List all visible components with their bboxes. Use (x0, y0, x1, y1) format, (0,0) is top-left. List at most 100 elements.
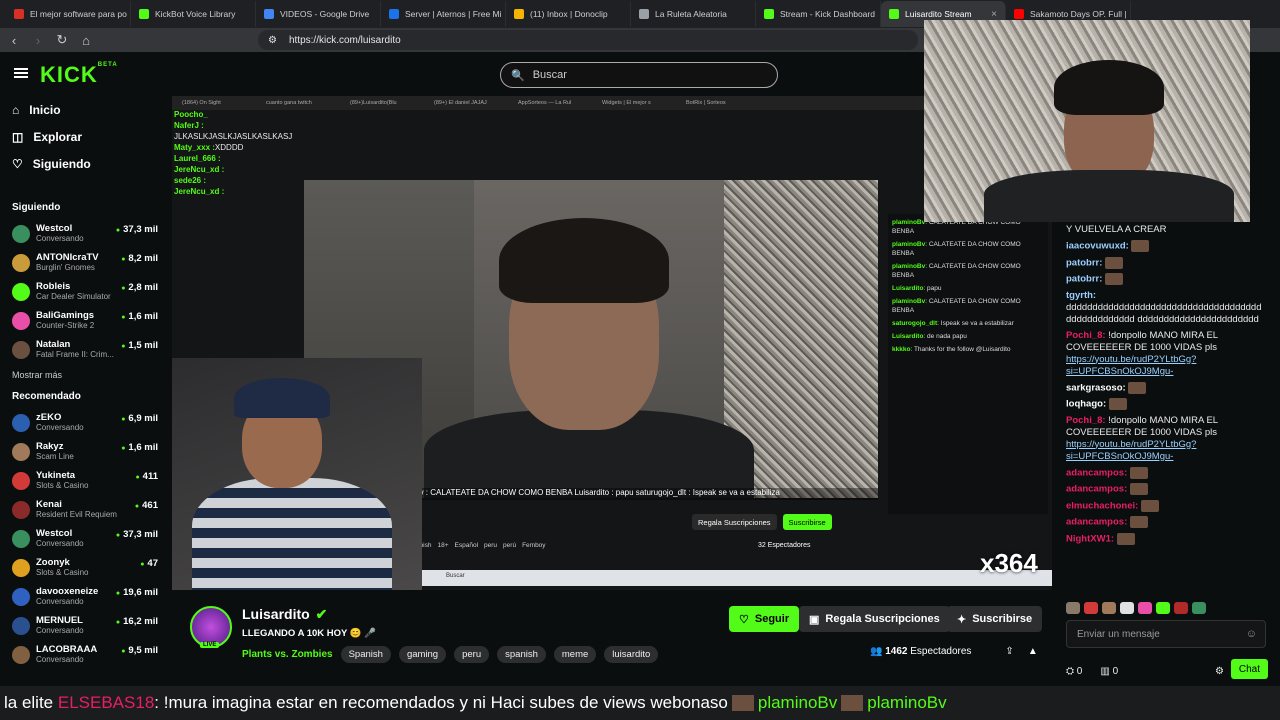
channel-row[interactable]: KenaiResident Evil Requiem 461 (0, 495, 172, 524)
chat-username[interactable]: iaacovuwuxd: (1066, 241, 1129, 252)
tab-label: Sakamoto Days OP. Full | (1030, 9, 1127, 19)
channel-row[interactable]: LACOBRAAAConversando9,5 mil (0, 640, 172, 669)
browser-tab[interactable]: VIDEOS - Google Drive (256, 1, 381, 27)
site-info-icon[interactable]: ⚙ (268, 35, 277, 46)
chat-username[interactable]: adancampos: (1066, 467, 1127, 478)
inner-chat-line: Luisardito: de nada papu (892, 333, 967, 340)
channel-row[interactable]: YukinetaSlots & Casino 411 (0, 466, 172, 495)
chat-link[interactable]: https://youtu.be/rudP2YLtbGg?si=UPFCBSnO… (1066, 354, 1196, 377)
ticker-user1: ELSEBAS18 (57, 693, 155, 712)
channel-row[interactable]: RobleisCar Dealer Simulator2,8 mil (0, 277, 172, 306)
reload-icon[interactable]: ↻ (52, 32, 72, 48)
channel-row[interactable]: ZoonykSlots & Casino 47 (0, 553, 172, 582)
stream-tag[interactable]: luisardito (604, 646, 659, 663)
emoji-icon[interactable]: ☺ (1246, 628, 1257, 640)
chat-message: patobrr: (1052, 255, 1280, 272)
kick-logo[interactable]: KICKBETA (40, 62, 118, 88)
sidebar-nav-item[interactable]: ◫ Explorar (0, 123, 172, 150)
show-more-link[interactable]: Mostrar más (0, 364, 172, 386)
chat-username[interactable]: loqhago: (1066, 399, 1106, 410)
channel-row[interactable]: BaliGamingsCounter-Strike 21,6 mil (0, 306, 172, 335)
chat-link[interactable]: https://youtu.be/rudP2YLtbGg?si=UPFCBSnO… (1066, 439, 1196, 462)
avatar (12, 500, 30, 519)
avatar (12, 442, 30, 461)
browser-tab[interactable]: La Ruleta Aleatoria (631, 1, 756, 27)
subscribe-button[interactable]: ✦ Suscribirse (947, 606, 1043, 632)
share-icon[interactable]: ⇪ (1005, 646, 1013, 657)
report-icon[interactable]: ▲ (1028, 646, 1038, 657)
chat-send-button[interactable]: Chat (1230, 659, 1268, 679)
ticker-text1: la elite (4, 693, 54, 712)
stream-tag[interactable]: Spanish (340, 646, 391, 663)
emote-icon[interactable] (1120, 602, 1134, 614)
channel-name[interactable]: Luisardito ✔ (242, 606, 327, 623)
emote-icon[interactable] (1138, 602, 1152, 614)
chat-username[interactable]: NightXW1: (1066, 533, 1114, 544)
close-icon[interactable]: × (991, 9, 997, 20)
points-counter[interactable]: ⛭ 0 (1066, 666, 1082, 677)
chat-username[interactable]: tgyrth: (1066, 290, 1096, 301)
channel-row[interactable]: NatalanFatal Frame II: Crim...1,5 mil (0, 335, 172, 364)
channel-viewers: 6,9 mil (121, 413, 158, 424)
home-icon[interactable]: ⌂ (76, 33, 96, 48)
follow-button[interactable]: ♡ Seguir (729, 606, 800, 632)
emote-image (1140, 499, 1159, 512)
channel-name: Zoonyk (36, 557, 70, 568)
channel-text: Yukineta Slots & Casino (36, 470, 126, 491)
emote-icon[interactable] (1174, 602, 1188, 614)
avatar (12, 616, 30, 635)
sidebar-nav-item[interactable]: ⌂ Inicio (0, 96, 172, 123)
emote-icon[interactable] (1102, 602, 1116, 614)
gift-subs-button[interactable]: ▣ Regala Suscripciones (799, 606, 950, 632)
inner-tab: (1864) On Sight (182, 100, 221, 106)
channel-row[interactable]: RakyzScam Line1,6 mil (0, 437, 172, 466)
back-icon[interactable]: ‹ (4, 33, 24, 48)
sidebar-nav-item[interactable]: ♡ Siguiendo (0, 150, 172, 177)
inner-chat-line: plaminoBv: CALATEATE DA CHOW COMO BENBA (892, 263, 1021, 279)
channel-row[interactable]: MERNUELConversando16,2 mil (0, 611, 172, 640)
browser-tab[interactable]: KickBot Voice Library (131, 1, 256, 27)
overlay-chat-text: XDDDD (214, 143, 244, 152)
browser-tab[interactable]: Stream - Kick Dashboard (756, 1, 881, 27)
channel-row[interactable]: ANTONIcraTVBurglin' Gnomes8,2 mil (0, 248, 172, 277)
chat-input[interactable]: Enviar un mensaje ☺ (1066, 620, 1266, 648)
category-link[interactable]: Plants vs. Zombies (242, 649, 333, 660)
browser-tab[interactable]: (11) Inbox | Donoclip (506, 1, 631, 27)
search-input[interactable]: 🔍 Buscar (500, 62, 778, 88)
channel-row[interactable]: WestcolConversando37,3 mil (0, 524, 172, 553)
logo-text: KICK (40, 62, 98, 87)
channel-info: LIVE Luisardito ✔ LLEGANDO A 10K HOY 😊 🎤 … (172, 590, 1052, 686)
overlay-chat-user: sede26 : (174, 176, 207, 185)
settings-icon[interactable]: ⚙ (1215, 666, 1224, 677)
emote-icon[interactable] (1156, 602, 1170, 614)
url-field[interactable]: ⚙ https://kick.com/luisardito (258, 30, 918, 50)
channel-row[interactable]: zEKOConversando6,9 mil (0, 408, 172, 437)
menu-icon[interactable] (14, 68, 28, 78)
stream-tag[interactable]: peru (454, 646, 490, 663)
emote-icon[interactable] (1066, 602, 1080, 614)
points-value: 0 (1076, 665, 1083, 677)
channel-viewers: 461 (135, 500, 158, 511)
chat-username[interactable]: patobrr: (1066, 274, 1102, 285)
chat-placeholder: Enviar un mensaje (1077, 628, 1160, 640)
emote-icon[interactable] (1084, 602, 1098, 614)
chat-username[interactable]: adancampos: (1066, 517, 1127, 528)
channel-row[interactable]: WestcolConversando37,3 mil (0, 219, 172, 248)
stream-tag[interactable]: gaming (398, 646, 447, 663)
chat-username[interactable]: adancampos: (1066, 484, 1127, 495)
stream-tag[interactable]: meme (553, 646, 597, 663)
stream-tag[interactable]: spanish (497, 646, 546, 663)
forward-icon[interactable]: › (28, 33, 48, 48)
inner-tab: BotRix | Sorteos (686, 100, 726, 106)
chat-username[interactable]: patobrr: (1066, 257, 1102, 268)
chat-username[interactable]: Pochi_8: (1066, 330, 1106, 341)
chat-username[interactable]: Pochi_8: (1066, 415, 1106, 426)
browser-tab[interactable]: Server | Aternos | Free Mi (381, 1, 506, 27)
emote-icon[interactable] (1192, 602, 1206, 614)
chat-username[interactable]: elmuchachonei: (1066, 500, 1138, 511)
browser-tab[interactable]: El mejor software para po (6, 1, 131, 27)
channel-row[interactable]: davooxeneizeConversando19,6 mil (0, 582, 172, 611)
video-player[interactable]: (1864) On Sight cuanto gana twitch (89+)Lu… (172, 96, 1052, 590)
gifts-counter[interactable]: ▥ 0 (1100, 666, 1118, 677)
chat-username[interactable]: sarkgrasoso: (1066, 382, 1126, 393)
